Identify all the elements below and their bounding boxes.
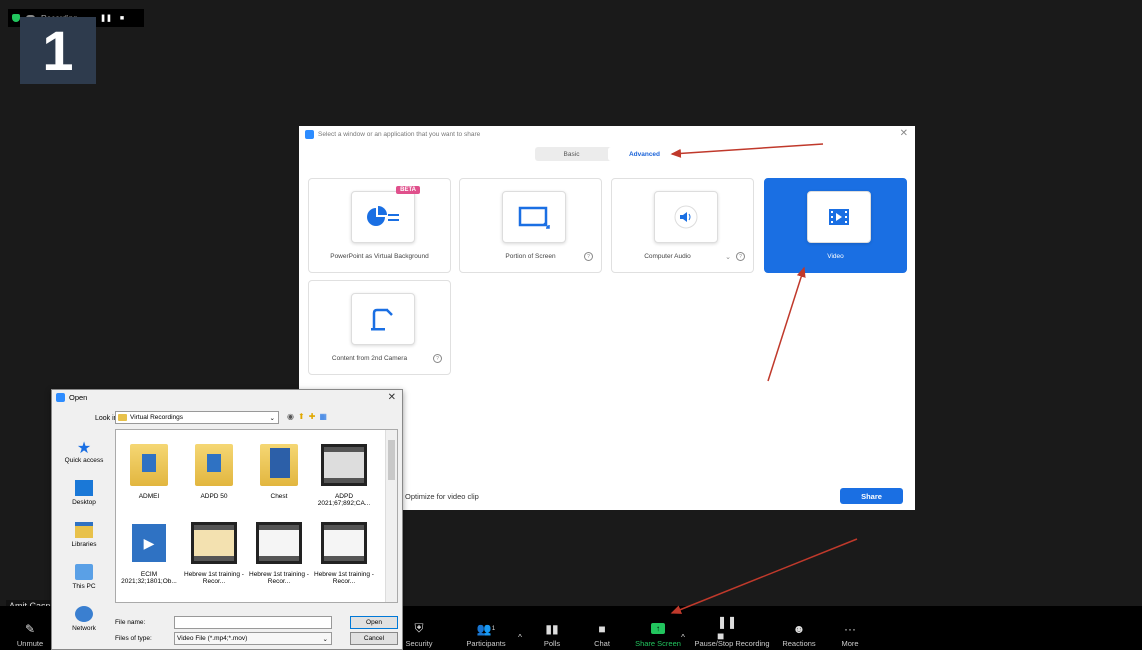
arrow-to-advanced-tab [670,143,824,158]
arrow-to-share-screen [670,538,858,614]
arrow-to-video-card [767,266,806,382]
annotation-arrows [670,143,858,614]
